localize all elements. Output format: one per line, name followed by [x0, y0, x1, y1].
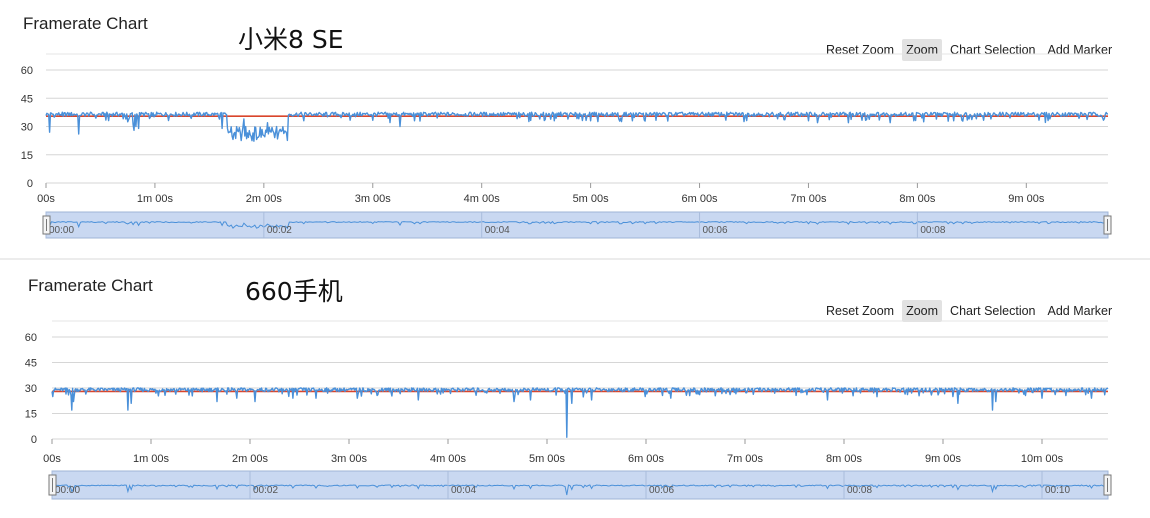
navigator-tick-label: 00:00 — [55, 485, 80, 496]
framerate-series-line — [51, 387, 1109, 438]
x-tick-label: 9m 00s — [1008, 193, 1045, 205]
x-tick-label: 4m 00s — [430, 453, 467, 465]
x-tick-label: 7m 00s — [790, 193, 827, 205]
x-tick-label: 6m 00s — [681, 193, 718, 205]
y-tick-label: 15 — [21, 150, 33, 162]
framerate-line-chart[interactable]: 0 15 30 45 60 00s 1m 00s 2m 00s 3m 00s 4m 00s 5m 0… — [0, 259, 1150, 518]
x-tick-label: 9m 00s — [925, 453, 962, 465]
navigator-tick-label: 00:08 — [920, 225, 945, 236]
x-tick-label: 7m 00s — [727, 453, 764, 465]
y-tick-label: 15 — [25, 409, 37, 421]
y-tick-label: 30 — [25, 383, 37, 395]
navigator-tick-label: 00:02 — [267, 225, 292, 236]
x-tick-label: 8m 00s — [899, 193, 936, 205]
y-tick-label: 0 — [31, 434, 37, 446]
x-tick-label: 3m 00s — [331, 453, 368, 465]
y-tick-label: 45 — [25, 358, 37, 370]
x-tick-label: 1m 00s — [133, 453, 170, 465]
x-tick-label: 8m 00s — [826, 453, 863, 465]
x-tick-label: 3m 00s — [355, 193, 392, 205]
x-tick-label: 2m 00s — [232, 453, 269, 465]
navigator-tick-label: 00:10 — [1045, 485, 1070, 496]
navigator-tick-label: 00:08 — [847, 485, 872, 496]
x-tick-label: 5m 00s — [529, 453, 566, 465]
x-tick-label: 00s — [43, 453, 61, 465]
x-tick-label: 1m 00s — [137, 193, 174, 205]
framerate-chart-panel-2: Framerate Chart 660手机 Reset Zoom Zoom Ch… — [0, 259, 1150, 518]
framerate-line-chart[interactable]: 0 15 30 45 60 00s 1m 00s 2m 00s 3m 00s 4m 00s 5m 0… — [0, 0, 1150, 259]
x-tick-label: 6m 00s — [628, 453, 665, 465]
navigator-tick-label: 00:06 — [649, 485, 674, 496]
navigator-tick-label: 00:02 — [253, 485, 278, 496]
y-tick-label: 60 — [25, 332, 37, 344]
y-tick-label: 45 — [21, 93, 33, 105]
x-tick-label: 2m 00s — [246, 193, 283, 205]
y-tick-label: 30 — [21, 122, 33, 134]
x-tick-label: 00s — [37, 193, 55, 205]
navigator-range[interactable] — [45, 211, 1109, 239]
navigator-tick-label: 00:06 — [703, 225, 728, 236]
framerate-chart-panel-1: Framerate Chart 小米8 SE Reset Zoom Zoom C… — [0, 0, 1150, 259]
navigator-tick-label: 00:04 — [451, 485, 476, 496]
x-tick-label: 10m 00s — [1021, 453, 1064, 465]
y-tick-label: 0 — [27, 178, 33, 190]
y-tick-label: 60 — [21, 65, 33, 77]
x-tick-label: 5m 00s — [573, 193, 610, 205]
navigator-tick-label: 00:00 — [49, 225, 74, 236]
navigator-tick-label: 00:04 — [485, 225, 510, 236]
x-tick-label: 4m 00s — [464, 193, 501, 205]
